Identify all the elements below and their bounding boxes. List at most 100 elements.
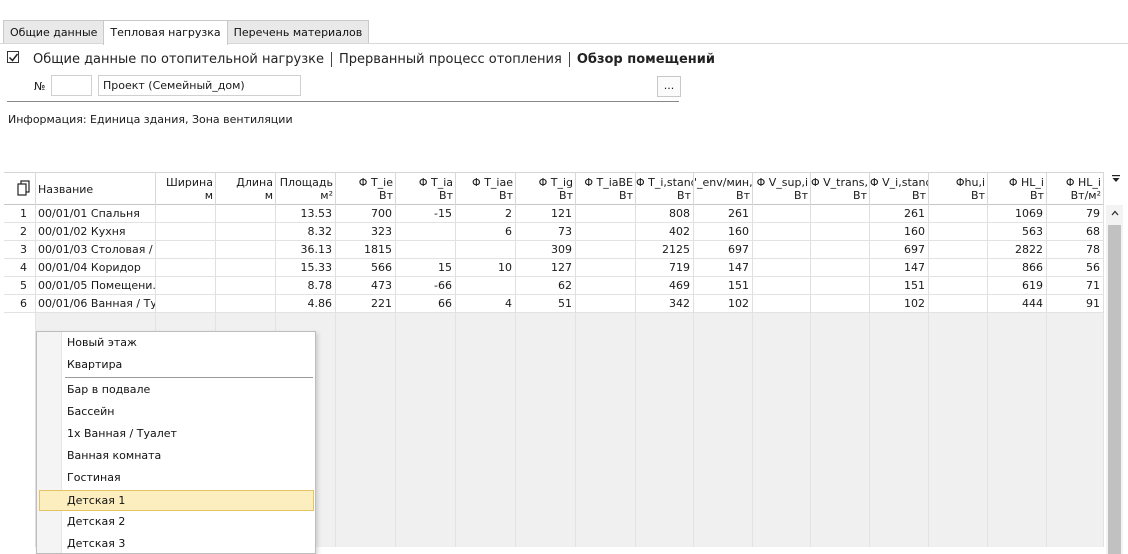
table-cell[interactable]: 147 bbox=[694, 259, 753, 277]
table-cell[interactable] bbox=[576, 259, 636, 277]
column-header[interactable]: '_env/мин,i Вт bbox=[694, 173, 753, 205]
table-cell[interactable]: 36.13 bbox=[276, 241, 336, 259]
table-cell[interactable]: 71 bbox=[1047, 277, 1104, 295]
table-cell[interactable]: 73 bbox=[516, 223, 576, 241]
table-cell[interactable]: 00/01/03 Столовая / ... bbox=[36, 241, 156, 259]
project-name-input[interactable]: Проект (Семейный_дом) bbox=[98, 75, 301, 96]
table-cell[interactable]: 2 bbox=[456, 205, 516, 223]
table-cell[interactable]: 15 bbox=[396, 259, 456, 277]
dropdown-item[interactable]: Бар в подвале bbox=[39, 380, 314, 401]
column-header[interactable]: Φ T_iaBE Вт bbox=[576, 173, 636, 205]
table-cell[interactable]: 121 bbox=[516, 205, 576, 223]
column-header[interactable]: Φ T_ia Вт bbox=[396, 173, 456, 205]
browse-button[interactable]: ... bbox=[657, 76, 681, 97]
table-cell[interactable]: 10 bbox=[456, 259, 516, 277]
table-cell[interactable]: 566 bbox=[336, 259, 396, 277]
tab-general[interactable]: Общие данные bbox=[3, 20, 105, 44]
tab-heat-load[interactable]: Тепловая нагрузка bbox=[103, 20, 228, 45]
table-cell[interactable]: 221 bbox=[336, 295, 396, 313]
table-cell[interactable] bbox=[576, 223, 636, 241]
table-cell[interactable]: 160 bbox=[870, 223, 929, 241]
table-cell[interactable]: 127 bbox=[516, 259, 576, 277]
sub-nav-checkbox[interactable] bbox=[7, 51, 19, 63]
table-cell[interactable]: 2822 bbox=[988, 241, 1047, 259]
table-cell[interactable] bbox=[811, 295, 870, 313]
column-header[interactable]: Площадь м² bbox=[276, 173, 336, 205]
table-cell[interactable]: 1069 bbox=[988, 205, 1047, 223]
table-cell[interactable] bbox=[753, 205, 811, 223]
table-cell[interactable]: 151 bbox=[694, 277, 753, 295]
table-cell[interactable] bbox=[753, 277, 811, 295]
table-cell[interactable]: 444 bbox=[988, 295, 1047, 313]
table-cell[interactable] bbox=[156, 205, 216, 223]
dropdown-item[interactable]: Ванная комната bbox=[39, 446, 314, 467]
table-cell[interactable] bbox=[216, 277, 276, 295]
sub-nav-rooms-overview[interactable]: Обзор помещений bbox=[577, 52, 715, 67]
table-cell[interactable]: 4 bbox=[456, 295, 516, 313]
table-cell[interactable]: 261 bbox=[694, 205, 753, 223]
column-header[interactable]: Длина м bbox=[216, 173, 276, 205]
dropdown-item[interactable]: Детская 3 bbox=[39, 534, 314, 553]
table-cell[interactable] bbox=[576, 295, 636, 313]
table-cell[interactable] bbox=[216, 241, 276, 259]
table-row[interactable]: 6 00/01/06 Ванная / Ту... 4.86 221 66 4 51 342 1… bbox=[4, 295, 1104, 313]
table-cell[interactable] bbox=[929, 241, 988, 259]
table-cell[interactable] bbox=[811, 259, 870, 277]
table-cell[interactable]: -15 bbox=[396, 205, 456, 223]
table-cell[interactable] bbox=[929, 205, 988, 223]
table-cell[interactable]: 866 bbox=[988, 259, 1047, 277]
sub-nav-interrupted-heating[interactable]: Прерванный процесс отопления bbox=[339, 52, 562, 67]
table-cell[interactable] bbox=[753, 259, 811, 277]
column-header[interactable]: Φ HL_i Вт/м² bbox=[1047, 173, 1104, 205]
table-cell[interactable] bbox=[216, 205, 276, 223]
table-cell[interactable]: 700 bbox=[336, 205, 396, 223]
column-header[interactable]: Φhu,i Вт bbox=[929, 173, 988, 205]
table-cell[interactable]: 79 bbox=[1047, 205, 1104, 223]
column-header[interactable]: Φ T_ie Вт bbox=[336, 173, 396, 205]
table-row[interactable]: 1 00/01/01 Спальня 13.53 700 -15 2 121 808 261 26… bbox=[4, 205, 1104, 223]
table-cell[interactable] bbox=[576, 277, 636, 295]
sub-nav-general-heat-load[interactable]: Общие данные по отопительной нагрузке bbox=[33, 52, 324, 67]
table-cell[interactable]: 78 bbox=[1047, 241, 1104, 259]
dropdown-item[interactable]: Квартира bbox=[39, 355, 314, 376]
table-cell[interactable]: 51 bbox=[516, 295, 576, 313]
column-header[interactable]: Φ V_i,stand Вт bbox=[870, 173, 929, 205]
dropdown-item[interactable]: Детская 2 bbox=[39, 512, 314, 533]
column-header[interactable]: Φ V_trans,ij Вт bbox=[811, 173, 870, 205]
table-cell[interactable] bbox=[576, 241, 636, 259]
table-cell[interactable] bbox=[396, 241, 456, 259]
table-cell[interactable]: 309 bbox=[516, 241, 576, 259]
table-cell[interactable] bbox=[753, 223, 811, 241]
table-row[interactable]: 4 00/01/04 Коридор 15.33 566 15 10 127 719 147 14… bbox=[4, 259, 1104, 277]
table-cell[interactable] bbox=[753, 241, 811, 259]
table-cell[interactable] bbox=[929, 223, 988, 241]
table-cell[interactable]: 473 bbox=[336, 277, 396, 295]
table-cell[interactable]: 102 bbox=[870, 295, 929, 313]
table-cell[interactable] bbox=[929, 295, 988, 313]
table-cell[interactable]: 8.78 bbox=[276, 277, 336, 295]
table-cell[interactable]: 4.86 bbox=[276, 295, 336, 313]
table-cell[interactable]: 6 bbox=[456, 223, 516, 241]
table-cell[interactable]: 469 bbox=[636, 277, 694, 295]
table-cell[interactable]: 342 bbox=[636, 295, 694, 313]
table-cell[interactable]: 00/01/02 Кухня bbox=[36, 223, 156, 241]
table-cell[interactable]: 323 bbox=[336, 223, 396, 241]
table-cell[interactable]: 619 bbox=[988, 277, 1047, 295]
scrollbar-thumb[interactable] bbox=[1108, 225, 1121, 554]
table-cell[interactable]: 402 bbox=[636, 223, 694, 241]
table-cell[interactable]: 00/01/01 Спальня bbox=[36, 205, 156, 223]
table-cell[interactable]: 697 bbox=[694, 241, 753, 259]
table-cell[interactable] bbox=[156, 277, 216, 295]
table-cell[interactable] bbox=[396, 223, 456, 241]
table-cell[interactable]: 719 bbox=[636, 259, 694, 277]
table-cell[interactable] bbox=[216, 295, 276, 313]
dropdown-item[interactable]: Гостиная bbox=[39, 468, 314, 489]
table-row[interactable]: 5 00/01/05 Помещени... 8.78 473 -66 62 469 151 1… bbox=[4, 277, 1104, 295]
table-cell[interactable] bbox=[811, 277, 870, 295]
table-cell[interactable]: 151 bbox=[870, 277, 929, 295]
table-cell[interactable] bbox=[576, 205, 636, 223]
column-header[interactable]: Φ V_sup,i Вт bbox=[753, 173, 811, 205]
table-cell[interactable] bbox=[216, 259, 276, 277]
vertical-scrollbar[interactable] bbox=[1106, 205, 1123, 554]
table-cell[interactable]: 13.53 bbox=[276, 205, 336, 223]
